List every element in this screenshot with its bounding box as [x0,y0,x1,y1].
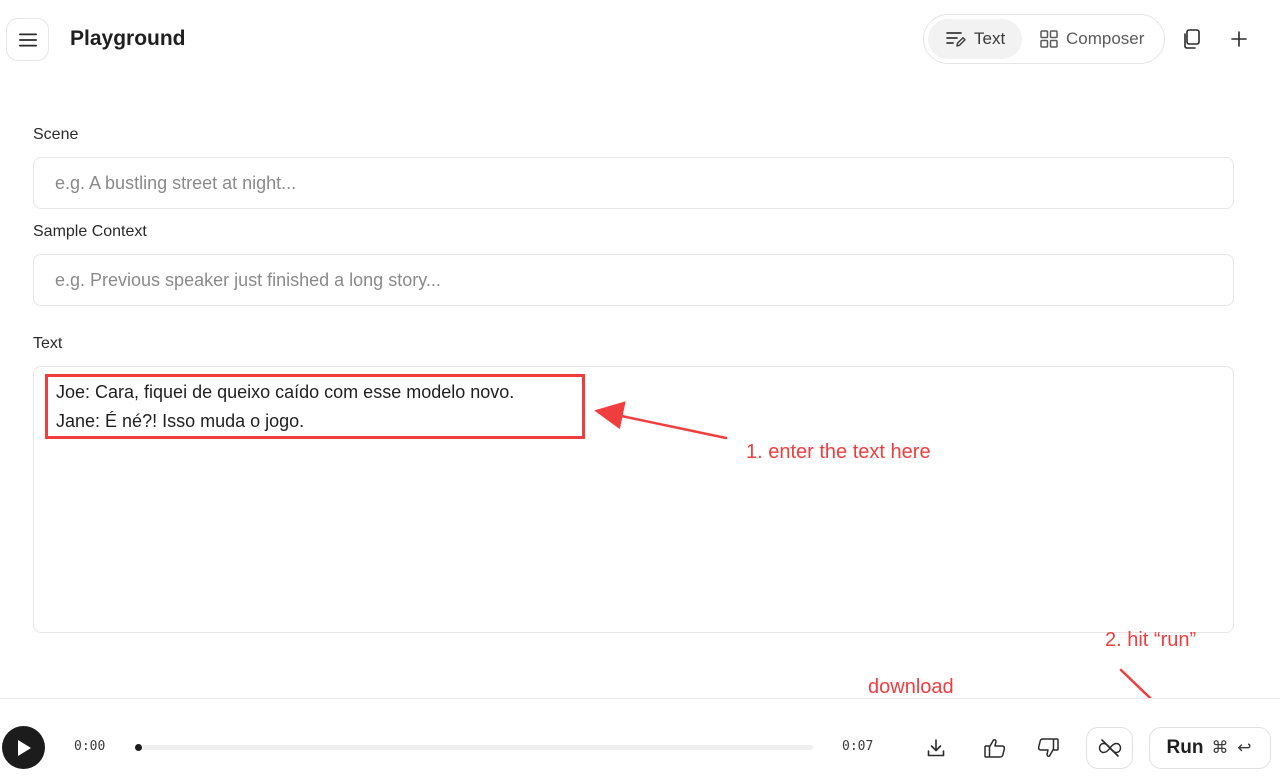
progress-knob[interactable] [135,744,142,751]
add-button[interactable] [1224,24,1254,54]
plus-icon [1231,31,1247,47]
loop-toggle-button[interactable] [1086,727,1133,769]
sample-context-label: Sample Context [33,223,147,240]
run-shortcut-hint: ⌘ ↩ [1211,738,1254,757]
hamburger-menu-icon [18,33,37,46]
annotation-enter-text: 1. enter the text here [746,441,931,463]
thumbs-up-icon [984,738,1006,758]
mode-toggle: Text Composer [923,14,1165,64]
scene-input[interactable] [33,157,1234,209]
run-button[interactable]: Run ⌘ ↩ [1149,727,1271,769]
tab-composer[interactable]: Composer [1028,19,1160,59]
menu-button[interactable] [6,18,49,61]
copy-button[interactable] [1176,24,1206,54]
run-button-label: Run [1166,737,1204,758]
like-button[interactable] [980,733,1010,763]
play-icon [17,739,31,756]
infinity-slash-icon [1098,739,1121,757]
play-button[interactable] [2,726,45,769]
annotation-highlight-box [45,374,585,439]
download-button[interactable] [921,733,951,763]
text-label: Text [33,335,63,352]
current-time: 0:00 [74,739,106,754]
sample-context-input[interactable] [33,254,1234,306]
download-icon [927,739,945,757]
page-title: Playground [70,27,186,50]
dislike-button[interactable] [1033,733,1063,763]
tab-composer-label: Composer [1066,29,1145,48]
annotation-hit-run: 2. hit “run” [1105,629,1197,651]
tab-text-label: Text [974,29,1006,48]
progress-bar[interactable] [135,744,813,751]
player-bar: 0:00 0:07 Run ⌘ ↩ [0,698,1280,778]
tab-text[interactable]: Text [928,19,1022,59]
annotation-download: download [868,676,954,698]
duration: 0:07 [842,739,874,754]
copy-icon [1184,29,1200,49]
thumbs-down-icon [1037,738,1059,758]
scene-label: Scene [33,126,79,143]
grid-icon [1040,30,1058,48]
text-lines-pen-icon [946,32,966,47]
